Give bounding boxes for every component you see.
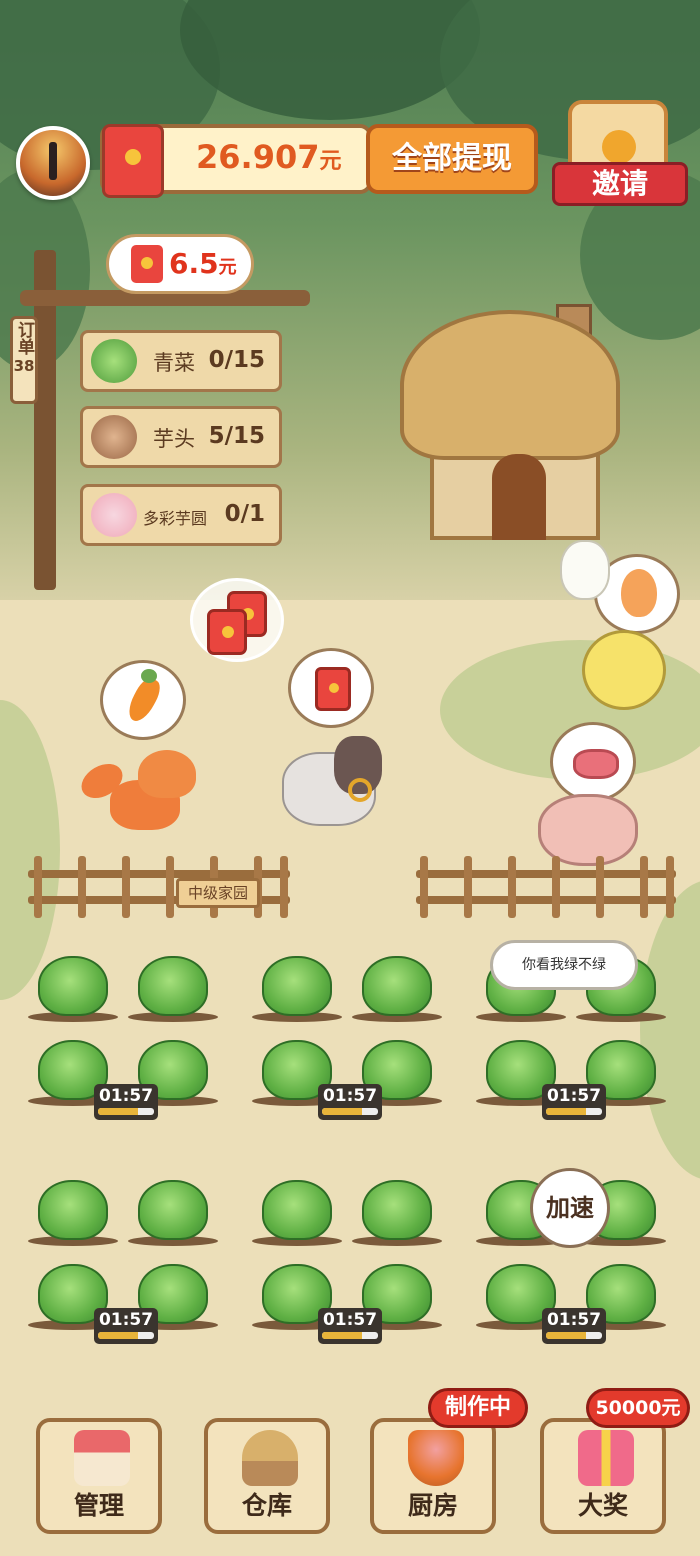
crop-progress-bar [322, 1108, 378, 1115]
nav-kitchen-button[interactable]: 厨房 [370, 1418, 496, 1534]
fox-request-bubble[interactable] [100, 660, 186, 740]
cabbage-crop[interactable] [138, 1180, 208, 1240]
taro-icon [91, 415, 137, 459]
crop-progress-fill [322, 1332, 363, 1339]
crop-timer-text: 01:57 [546, 1086, 602, 1106]
crop-timer-text: 01:57 [546, 1310, 602, 1330]
cabbage-crop[interactable] [362, 1180, 432, 1240]
crop-progress-bar [546, 1108, 602, 1115]
crop-timer: 01:57 [318, 1084, 382, 1120]
nav-label: 厨房 [407, 1491, 458, 1520]
task-progress: 5/15 [208, 423, 265, 449]
pig-request-bubble[interactable] [550, 722, 636, 802]
crop-timer-text: 01:57 [98, 1310, 154, 1330]
task-progress: 0/15 [208, 347, 265, 373]
speedup-button[interactable]: 加速 [530, 1168, 610, 1248]
task-name: 多彩芋圆 [143, 509, 208, 528]
crop-plot-group[interactable]: 01:57 [28, 946, 224, 1126]
task-progress: 0/1 [224, 501, 265, 527]
order-task-item[interactable]: 芋头 5/15 [80, 406, 282, 468]
cabbage-crop[interactable] [262, 956, 332, 1016]
crop-plot-group[interactable]: 01:57 [252, 1170, 448, 1350]
invite-button[interactable]: 邀请 [550, 100, 690, 210]
radish-thought-bubble: 你看我绿不绿 [490, 940, 638, 990]
taro-ball-bowl-icon [91, 493, 137, 537]
crop-timer: 01:57 [94, 1308, 158, 1344]
red-envelope-icon [315, 667, 351, 711]
task-name: 青菜 [153, 351, 195, 375]
crop-plot-group[interactable]: 01:57 [252, 946, 448, 1126]
prize-amount-badge: 50000元 [586, 1388, 690, 1428]
crop-progress-bar [322, 1332, 378, 1339]
crop-progress-bar [98, 1332, 154, 1339]
crop-timer: 01:57 [542, 1308, 606, 1344]
bowl-icon [408, 1430, 464, 1486]
balance-amount: 26.907元 [196, 138, 342, 176]
egg-icon [621, 569, 657, 617]
crop-progress-fill [98, 1332, 139, 1339]
crop-plot-group[interactable]: 01:57 [28, 1170, 224, 1350]
crop-progress-fill [98, 1108, 139, 1115]
hut-door [492, 454, 546, 540]
nav-label: 管理 [73, 1491, 124, 1520]
crop-timer-text: 01:57 [322, 1310, 378, 1330]
nav-label: 仓库 [241, 1491, 292, 1520]
crop-timer: 01:57 [542, 1084, 606, 1120]
nav-warehouse-button[interactable]: 仓库 [204, 1418, 330, 1534]
order-tag-label: 订单 [14, 321, 34, 355]
yak-request-bubble[interactable] [288, 648, 374, 728]
kitchen-status-badge: 制作中 [428, 1388, 528, 1428]
radish-character [560, 540, 610, 600]
crop-timer: 01:57 [318, 1308, 382, 1344]
order-reward-bubble[interactable]: 6.5元 [106, 234, 254, 294]
player-avatar[interactable] [16, 126, 90, 200]
yak[interactable] [268, 722, 388, 832]
nav-prize-button[interactable]: 大奖 [540, 1418, 666, 1534]
meat-icon [573, 749, 619, 779]
order-count-tag[interactable]: 订单 38 [10, 316, 38, 404]
cabbage-icon [91, 339, 137, 383]
red-envelope-icon [131, 245, 163, 283]
fox[interactable] [75, 750, 200, 834]
crop-timer-text: 01:57 [322, 1086, 378, 1106]
carrot-icon [123, 674, 165, 726]
cabbage-crop[interactable] [262, 1180, 332, 1240]
floating-red-envelope[interactable] [190, 578, 284, 662]
nav-label: 大奖 [577, 1491, 628, 1520]
withdraw-all-button[interactable]: 全部提现 [366, 124, 538, 194]
crop-progress-fill [546, 1332, 587, 1339]
fence-right [416, 856, 676, 920]
order-tag-number: 38 [13, 357, 35, 375]
balance-panel: 26.907元 [100, 124, 372, 198]
crop-progress-fill [322, 1108, 363, 1115]
cabbage-crop[interactable] [138, 956, 208, 1016]
crop-progress-bar [546, 1332, 602, 1339]
crop-timer: 01:57 [94, 1084, 158, 1120]
house-icon [74, 1430, 130, 1486]
cabbage-crop[interactable] [38, 956, 108, 1016]
crop-progress-bar [98, 1108, 154, 1115]
order-reward-value: 6.5元 [169, 247, 237, 280]
order-task-item[interactable]: 多彩芋圆 0/1 [80, 484, 282, 546]
crop-progress-fill [546, 1108, 587, 1115]
farm-level-sign: 中级家园 [176, 878, 260, 908]
hut-icon [242, 1430, 298, 1486]
chick[interactable] [582, 630, 666, 710]
invite-label: 邀请 [552, 162, 688, 206]
nav-manage-button[interactable]: 管理 [36, 1418, 162, 1534]
red-envelope-icon [207, 609, 247, 655]
order-task-item[interactable]: 青菜 0/15 [80, 330, 282, 392]
cabbage-crop[interactable] [38, 1180, 108, 1240]
gift-icon [578, 1430, 634, 1486]
task-name: 芋头 [153, 427, 195, 451]
red-envelope-icon [102, 124, 164, 198]
hut-roof [400, 310, 620, 460]
cabbage-crop[interactable] [362, 956, 432, 1016]
crop-timer-text: 01:57 [98, 1086, 154, 1106]
